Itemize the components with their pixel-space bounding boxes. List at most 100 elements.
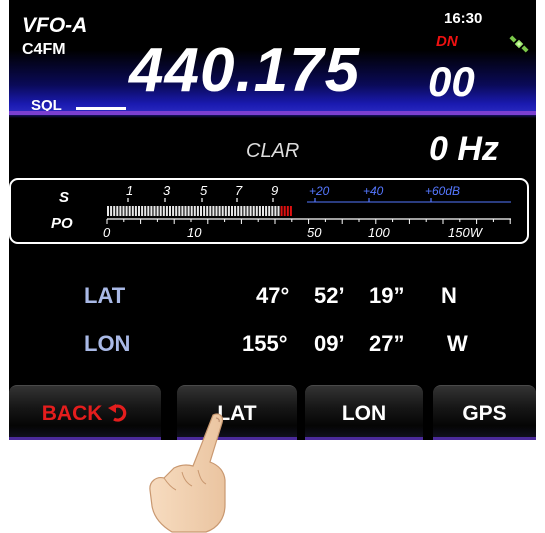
po-scale-label: 0	[103, 225, 111, 240]
lat-degrees: 47°	[256, 283, 290, 308]
clar-value: 0 Hz	[429, 130, 499, 168]
meter-segment	[169, 206, 171, 216]
s-po-meter: S PO 1 3 5 7 9 +20 +40 +60dB 0 10 50 100 150W	[9, 178, 529, 244]
meter-segment	[240, 206, 243, 216]
sql-level-bar	[76, 107, 126, 110]
meter-segment	[231, 206, 233, 216]
meter-segment	[221, 206, 224, 216]
meter-segment	[156, 206, 159, 216]
meter-segment	[206, 206, 209, 216]
meter-segment	[255, 206, 258, 216]
lon-minutes: 09’	[314, 331, 345, 356]
meter-segment	[172, 206, 175, 216]
meter-segment	[227, 206, 230, 216]
return-arrow-icon	[108, 404, 127, 422]
meter-segment	[128, 206, 131, 216]
meter-segment	[243, 206, 246, 216]
lon-label: LON	[84, 331, 131, 356]
mode-indicator: C4FM	[22, 41, 66, 58]
back-label: BACK	[41, 402, 103, 425]
lon-degrees: 155°	[242, 331, 288, 356]
meter-segment	[193, 206, 196, 216]
meter-segment	[159, 206, 162, 216]
meter-segment	[249, 206, 252, 216]
meter-segment	[200, 206, 202, 216]
lat-seconds: 19”	[369, 283, 405, 308]
s-plus-scale-label: +20	[309, 184, 330, 198]
meter-segment	[271, 206, 274, 216]
meter-segment	[181, 206, 184, 216]
lat-label: LAT	[84, 283, 126, 308]
meter-segment	[187, 206, 190, 216]
meter-segment	[203, 206, 206, 216]
meter-segment	[110, 206, 113, 216]
meter-segment	[162, 206, 165, 216]
gps-button[interactable]: GPS	[433, 385, 536, 440]
po-scale-label: 10	[187, 225, 202, 240]
vfo-header: VFO-A C4FM 16:30 DN 440.175 00 SQL	[9, 0, 536, 118]
meter-segment	[274, 206, 277, 216]
gps-satellite-icon	[509, 35, 529, 53]
frequency-sub-digits: 00	[428, 58, 475, 105]
s-scale-label: 1	[126, 183, 133, 198]
meter-segment	[150, 206, 153, 216]
pointing-hand-icon	[149, 413, 226, 533]
lon-button[interactable]: LON	[305, 385, 423, 440]
s-scale-label: 9	[271, 183, 278, 198]
meter-segment	[107, 206, 109, 216]
lon-direction: W	[447, 331, 468, 356]
meter-segment	[131, 206, 134, 216]
meter-segment	[175, 206, 178, 216]
dn-badge: DN	[436, 33, 458, 50]
meter-segment	[178, 206, 181, 216]
lat-minutes: 52’	[314, 283, 345, 308]
meter-segment	[196, 206, 199, 216]
po-scale-label: 150W	[448, 225, 484, 240]
meter-segment	[119, 206, 122, 216]
meter-segment	[262, 206, 264, 216]
radio-display: VFO-A C4FM 16:30 DN 440.175 00 SQL CLAR …	[9, 0, 536, 440]
po-scale-label: 100	[368, 225, 390, 240]
meter-segment	[116, 206, 119, 216]
meter-segment	[258, 206, 261, 216]
meter-segment	[113, 206, 116, 216]
meter-segment	[280, 206, 283, 216]
meter-segment	[265, 206, 268, 216]
meter-segment	[246, 206, 249, 216]
meter-segment	[184, 206, 187, 216]
meter-segment	[289, 206, 292, 216]
s-scale-label: 5	[200, 183, 208, 198]
meter-segment	[218, 206, 221, 216]
frequency-display: 440.175	[129, 36, 361, 105]
meter-segment	[153, 206, 156, 216]
meter-segment	[125, 206, 128, 216]
meter-segment	[165, 206, 168, 216]
meter-segment	[138, 206, 140, 216]
meter-segment	[237, 206, 240, 216]
s-scale-label: 7	[235, 183, 243, 198]
lon-seconds: 27”	[369, 331, 405, 356]
po-scale-label: 50	[307, 225, 322, 240]
header-divider	[9, 111, 536, 115]
meter-segment	[134, 206, 137, 216]
s-plus-scale-label: +40	[363, 184, 384, 198]
meter-segment	[215, 206, 218, 216]
meter-segment	[122, 206, 125, 216]
meter-segment	[190, 206, 193, 216]
meter-segment	[147, 206, 150, 216]
lat-direction: N	[441, 283, 457, 308]
meter-scale: 1 3 5 7 9 +20 +40 +60dB 0 10 50 100 150W	[103, 183, 511, 240]
clock: 16:30	[444, 10, 483, 27]
meter-segment	[277, 206, 280, 216]
meter-segment	[212, 206, 215, 216]
meter-segment	[286, 206, 289, 216]
meter-segment	[141, 206, 144, 216]
s-scale-label: 3	[163, 183, 171, 198]
meter-segment	[209, 206, 212, 216]
meter-segment	[252, 206, 255, 216]
vfo-indicator: VFO-A	[22, 14, 88, 37]
meter-segment	[234, 206, 237, 216]
s-plus-scale-label: +60dB	[425, 184, 460, 198]
meter-segment	[144, 206, 147, 216]
clar-label: CLAR	[246, 140, 300, 162]
